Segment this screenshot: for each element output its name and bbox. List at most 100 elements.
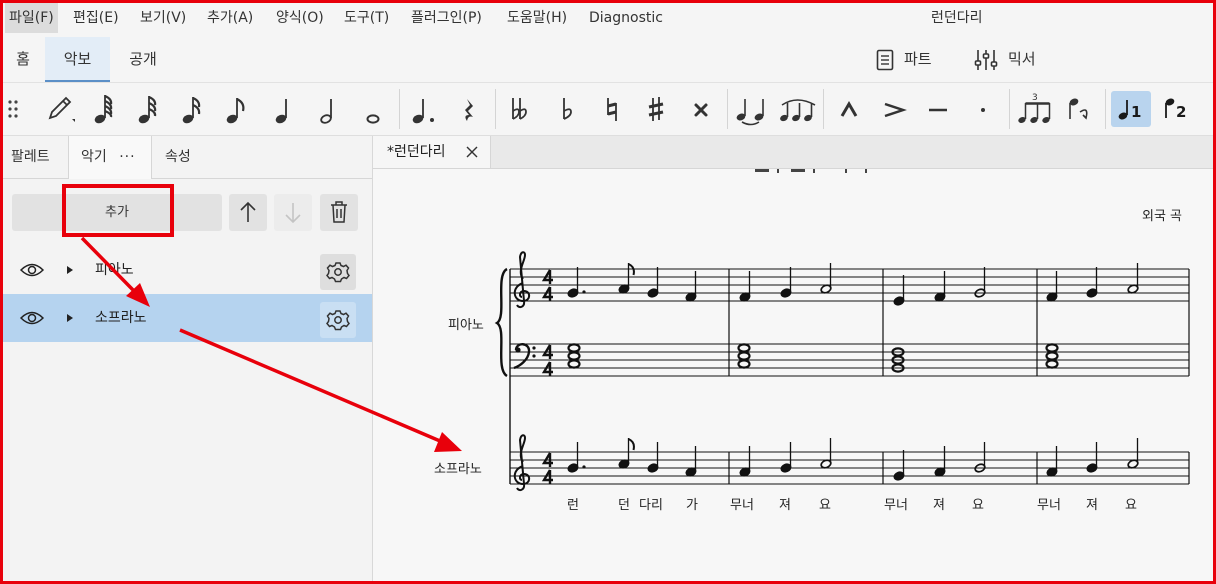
tuplet-icon[interactable]: 3 [1015,91,1055,127]
parts-label: 파트 [904,50,932,68]
toolbar-separator [495,89,496,129]
flat-icon[interactable] [549,91,585,127]
32nd-note-icon[interactable] [129,91,165,127]
instrument-label: 피아노 [95,262,134,278]
menu-view[interactable]: 보기(V) [136,3,190,33]
tab-score[interactable]: 악보 [45,37,110,82]
marcato-icon[interactable] [831,91,867,127]
lyric-syllable: 요 [1125,498,1137,513]
instrument-row-piano[interactable]: 피아노 [3,246,372,294]
toolbar-separator [1009,89,1010,129]
toolbar-separator [399,89,400,129]
piano-treble-staff [510,268,1189,302]
expand-arrow-icon[interactable] [66,313,74,323]
mixer-button[interactable]: 믹서 [974,37,1036,82]
more-options-icon[interactable]: ··· [119,149,135,165]
double-sharp-icon[interactable] [683,91,719,127]
eye-icon[interactable] [20,262,44,278]
document-tab-bar: *런던다리 [373,136,1213,169]
tenuto-icon[interactable] [920,91,956,127]
voice-2-button[interactable]: 2 [1157,91,1197,127]
menu-bar: 파일(F) 편집(E) 보기(V) 추가(A) 양식(O) 도구(T) 플러그인… [3,3,1213,37]
document-tab[interactable]: *런던다리 [373,136,491,168]
svg-text:3: 3 [1032,93,1038,103]
tab-home[interactable]: 홈 [3,37,43,82]
toolbar-separator [727,89,728,129]
menu-diagnostic[interactable]: Diagnostic [585,3,667,33]
voice-1-button[interactable]: 1 [1111,91,1151,127]
add-instrument-button[interactable]: 추가 [12,194,222,231]
8th-note-icon[interactable] [217,91,253,127]
instrument-settings-button[interactable] [320,302,356,338]
instrument-row-soprano[interactable]: 소프라노 [3,294,372,342]
menu-add[interactable]: 추가(A) [203,3,257,33]
lyric-syllable: 져 [1086,498,1098,513]
menu-file[interactable]: 파일(F) [5,3,58,33]
move-up-button[interactable] [229,194,267,231]
score-notation [494,251,1190,492]
menu-plugins[interactable]: 플러그인(P) [407,3,486,33]
tab-palettes[interactable]: 팔레트 [11,136,50,178]
accent-icon[interactable] [876,91,912,127]
lyric-syllable: 무너 [730,498,754,513]
menu-help[interactable]: 도움말(H) [503,3,571,33]
lyric-syllable: 요 [972,498,984,513]
lyric-syllable: 져 [933,498,945,513]
mixer-label: 믹서 [1008,50,1036,68]
bass-clef [512,343,537,370]
tie-icon[interactable] [733,91,769,127]
score-view[interactable]: 외국 곡 피아노 소프라노 런 던 다리 가 무너 져 요 무너 져 요 무너 … [373,169,1213,581]
delete-button[interactable] [320,194,358,231]
parts-button[interactable]: 파트 [876,37,932,82]
augmentation-dot-icon[interactable] [406,91,442,127]
instrument-settings-button[interactable] [320,254,356,290]
toolbar-separator [1105,89,1106,129]
lyric-syllable: 무너 [884,498,908,513]
lyric-syllable: 런 [567,498,579,513]
lyric-syllable: 무너 [1037,498,1061,513]
expand-arrow-icon[interactable] [66,265,74,275]
menu-edit[interactable]: 편집(E) [69,3,123,33]
parts-icon [876,49,894,70]
voice-1-label: 1 [1131,103,1141,121]
instruments-panel: 팔레트 악기 ··· 속성 추가 피아노 소프라노 [3,136,373,581]
half-note-icon[interactable] [311,91,347,127]
document-tab-title: *런던다리 [387,144,446,160]
eye-icon[interactable] [20,310,44,326]
tab-properties[interactable]: 속성 [165,136,191,178]
slur-icon[interactable] [777,91,817,127]
voice-2-label: 2 [1176,103,1186,121]
move-down-button[interactable] [274,194,312,231]
drag-handle-icon[interactable] [3,91,23,127]
staccato-icon[interactable] [965,91,1001,127]
window-title: 런던다리 [931,10,983,26]
lyric-syllable: 요 [819,498,831,513]
flip-direction-icon[interactable] [1061,91,1097,127]
menu-format[interactable]: 양식(O) [272,3,328,33]
16th-note-icon[interactable] [173,91,209,127]
64th-note-icon[interactable] [85,91,121,127]
arrow-up-icon [240,201,256,222]
tab-instruments[interactable]: 악기 ··· [68,136,152,179]
sharp-icon[interactable] [638,91,674,127]
natural-icon[interactable] [594,91,630,127]
menu-tools[interactable]: 도구(T) [340,3,393,33]
lyric-syllable: 던 [618,498,630,513]
arrow-down-icon [285,203,301,224]
toolbar-separator [823,89,824,129]
treble-clef [513,434,531,492]
quarter-note-icon[interactable] [266,91,302,127]
tab-instruments-label: 악기 [81,149,107,165]
piano-bass-staff [510,343,1189,377]
close-icon[interactable] [466,146,478,158]
treble-clef [513,251,531,309]
gear-icon [326,310,350,331]
rest-icon[interactable] [451,91,487,127]
whole-note-icon[interactable] [355,91,391,127]
lyric-syllable: 가 [686,498,698,513]
trash-icon [331,201,347,223]
main-tab-bar: 홈 악보 공개 파트 믹서 [3,37,1213,83]
note-input-pencil-icon[interactable] [42,91,78,127]
double-flat-icon[interactable] [501,91,537,127]
tab-publish[interactable]: 공개 [113,37,173,82]
